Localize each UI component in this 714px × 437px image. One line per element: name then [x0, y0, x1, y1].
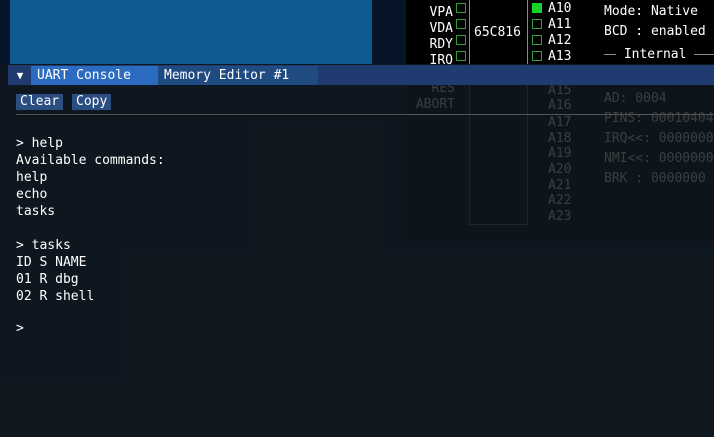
console-line: help: [16, 170, 48, 185]
cpu-mode-text: Mode: Native: [604, 4, 698, 19]
pin-label-a21: A21: [548, 178, 572, 193]
cpu-chip-name: 65C816: [474, 25, 521, 40]
copy-button[interactable]: Copy: [72, 94, 112, 110]
console-line: 01 R dbg: [16, 272, 79, 287]
console-line: tasks: [16, 204, 56, 219]
pin-label-a23: A23: [548, 209, 572, 224]
pin-label-a19: A19: [548, 146, 572, 161]
clear-button[interactable]: Clear: [16, 94, 64, 110]
pin-indicator-irq: [456, 51, 466, 61]
toolbar-separator: [16, 114, 714, 115]
cpu-bcd-text: BCD : enabled: [604, 24, 706, 39]
pin-label-a16: A16: [548, 98, 572, 113]
cpu-irq-text: IRQ<<: 0000000: [604, 131, 714, 146]
console-line: > help: [16, 136, 63, 151]
pin-indicator-a10: [532, 3, 542, 13]
pin-label-a18: A18: [548, 131, 572, 146]
pin-indicator-rdy: [456, 35, 466, 45]
pin-indicator-vpa: [456, 3, 466, 13]
pin-indicator-vda: [456, 19, 466, 29]
tab-memory-editor[interactable]: Memory Editor #1: [158, 66, 318, 85]
pin-label-a13: A13: [548, 49, 572, 64]
cpu-nmi-text: NMI<<: 0000000: [604, 151, 714, 166]
cpu-brk-text: BRK : 0000000: [604, 171, 706, 186]
background-panel: [10, 0, 372, 64]
pin-label-a11: A11: [548, 17, 572, 32]
console-line: > tasks: [16, 238, 71, 253]
collapse-arrow-icon[interactable]: ▼: [10, 66, 30, 85]
pin-label-a20: A20: [548, 162, 572, 177]
pin-indicator-a13: [532, 51, 542, 61]
cpu-internal-header: Internal: [604, 47, 714, 62]
pin-label-a17: A17: [548, 115, 572, 130]
cpu-ad-text: AD: 0004: [604, 91, 667, 106]
pin-label-a12: A12: [548, 33, 572, 48]
pin-indicator-a12: [532, 35, 542, 45]
console-line: echo: [16, 187, 48, 202]
console-line: ID S NAME: [16, 255, 87, 270]
pin-label-a15: A15: [548, 83, 572, 98]
console-line: Available commands:: [16, 153, 165, 168]
pin-label-abort: ABORT: [415, 97, 455, 112]
console-prompt[interactable]: >: [16, 320, 24, 337]
tab-uart-console[interactable]: UART Console: [31, 66, 158, 85]
pin-label-a22: A22: [548, 193, 572, 208]
console-line: 02 R shell: [16, 289, 95, 304]
pin-indicator-a11: [532, 19, 542, 29]
pin-label-a10: A10: [548, 1, 572, 16]
